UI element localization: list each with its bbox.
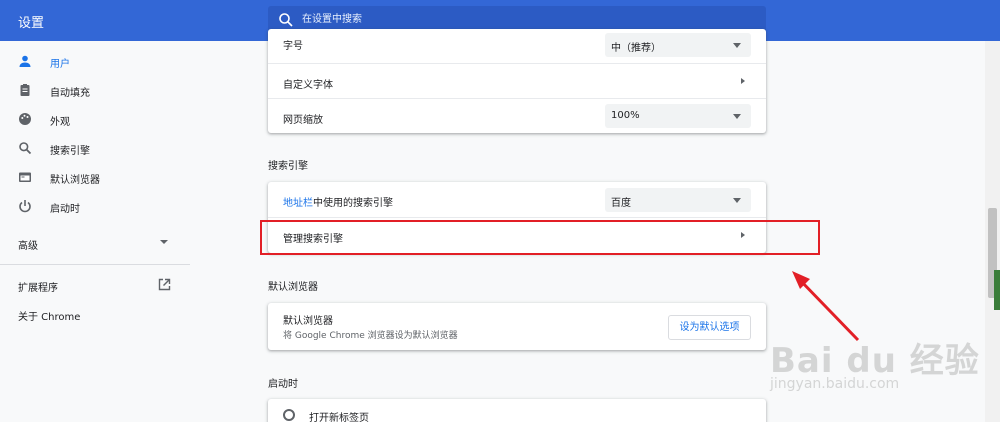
- make-default-button[interactable]: 设为默认选项: [668, 315, 751, 340]
- default-browser-section-title: 默认浏览器: [268, 282, 318, 293]
- sidebar-item-people[interactable]: 用户: [0, 48, 190, 74]
- search-icon: [279, 13, 293, 27]
- sidebar-advanced[interactable]: 高级: [18, 237, 38, 252]
- startup-card: 打开新标签页: [268, 399, 766, 422]
- chevron-right-icon: [741, 78, 745, 84]
- sidebar-item-label: 默认浏览器: [50, 175, 100, 186]
- address-bar-rest: 中使用的搜索引擎: [313, 198, 393, 209]
- clipboard-icon: [20, 84, 30, 96]
- page-zoom-row: 网页缩放 100%: [268, 99, 766, 134]
- sidebar-item-label: 自动填充: [50, 88, 90, 99]
- font-size-select[interactable]: 中（推荐）: [605, 33, 751, 57]
- page-title: 设置: [18, 16, 45, 31]
- divider: [0, 264, 190, 265]
- default-browser-subtitle: 将 Google Chrome 浏览器设为默认浏览器: [283, 331, 458, 341]
- default-browser-title: 默认浏览器: [283, 316, 333, 327]
- sidebar-item-appearance[interactable]: 外观: [0, 106, 190, 132]
- search-engine-section-title: 搜索引擎: [268, 161, 308, 172]
- chevron-down-icon: [733, 43, 741, 48]
- open-external-icon[interactable]: [158, 278, 171, 291]
- sidebar-item-label: 外观: [50, 117, 70, 128]
- sidebar-item-label: 用户: [50, 59, 70, 70]
- page-zoom-label: 网页缩放: [283, 115, 323, 126]
- address-bar-link[interactable]: 地址栏: [283, 198, 313, 209]
- chevron-down-icon[interactable]: [160, 240, 168, 244]
- watermark-brand: Bai du 经验: [770, 341, 980, 381]
- custom-fonts-row[interactable]: 自定义字体: [268, 64, 766, 99]
- font-size-value: 中（推荐）: [611, 43, 661, 54]
- sidebar-item-on-startup[interactable]: 启动时: [0, 193, 190, 219]
- page-zoom-value: 100%: [611, 110, 640, 121]
- font-size-label: 字号: [283, 41, 303, 52]
- side-widget: [994, 270, 1000, 310]
- sidebar-about-chrome[interactable]: 关于 Chrome: [18, 308, 80, 323]
- sidebar: 用户 自动填充 外观 搜索引擎 默认浏览器 启动时 高级 扩展程序 关于 Chr…: [0, 41, 190, 422]
- watermark-url: jingyan.baidu.com: [770, 376, 900, 392]
- radio-button[interactable]: [283, 409, 295, 421]
- sidebar-item-label: 搜索引擎: [50, 146, 90, 157]
- startup-section-title: 启动时: [268, 379, 298, 390]
- appearance-card: 字号 中（推荐） 自定义字体 网页缩放 100%: [268, 29, 766, 133]
- sidebar-item-autofill[interactable]: 自动填充: [0, 77, 190, 103]
- person-icon: [19, 55, 31, 67]
- chevron-down-icon: [733, 114, 741, 119]
- page-zoom-select[interactable]: 100%: [605, 104, 751, 128]
- browser-icon: [19, 172, 31, 182]
- sidebar-item-default-browser[interactable]: 默认浏览器: [0, 164, 190, 190]
- startup-option-new-tab[interactable]: 打开新标签页: [309, 409, 369, 422]
- search-engine-select[interactable]: 百度: [605, 188, 751, 212]
- palette-icon: [19, 113, 31, 125]
- search-engine-value: 百度: [611, 198, 631, 209]
- custom-fonts-label: 自定义字体: [283, 80, 333, 91]
- chevron-down-icon: [733, 198, 741, 203]
- address-bar-engine-label: 地址栏中使用的搜索引擎: [283, 194, 393, 209]
- address-bar-engine-row: 地址栏中使用的搜索引擎 百度: [268, 182, 766, 217]
- sidebar-item-label: 启动时: [50, 204, 80, 215]
- power-icon: [19, 200, 31, 213]
- font-size-row: 字号 中（推荐）: [268, 29, 766, 60]
- search-icon: [19, 142, 32, 155]
- default-browser-card: 默认浏览器 将 Google Chrome 浏览器设为默认浏览器 设为默认选项: [268, 303, 766, 350]
- sidebar-item-search-engine[interactable]: 搜索引擎: [0, 135, 190, 161]
- sidebar-extensions[interactable]: 扩展程序: [18, 279, 58, 294]
- highlight-box: [260, 220, 820, 255]
